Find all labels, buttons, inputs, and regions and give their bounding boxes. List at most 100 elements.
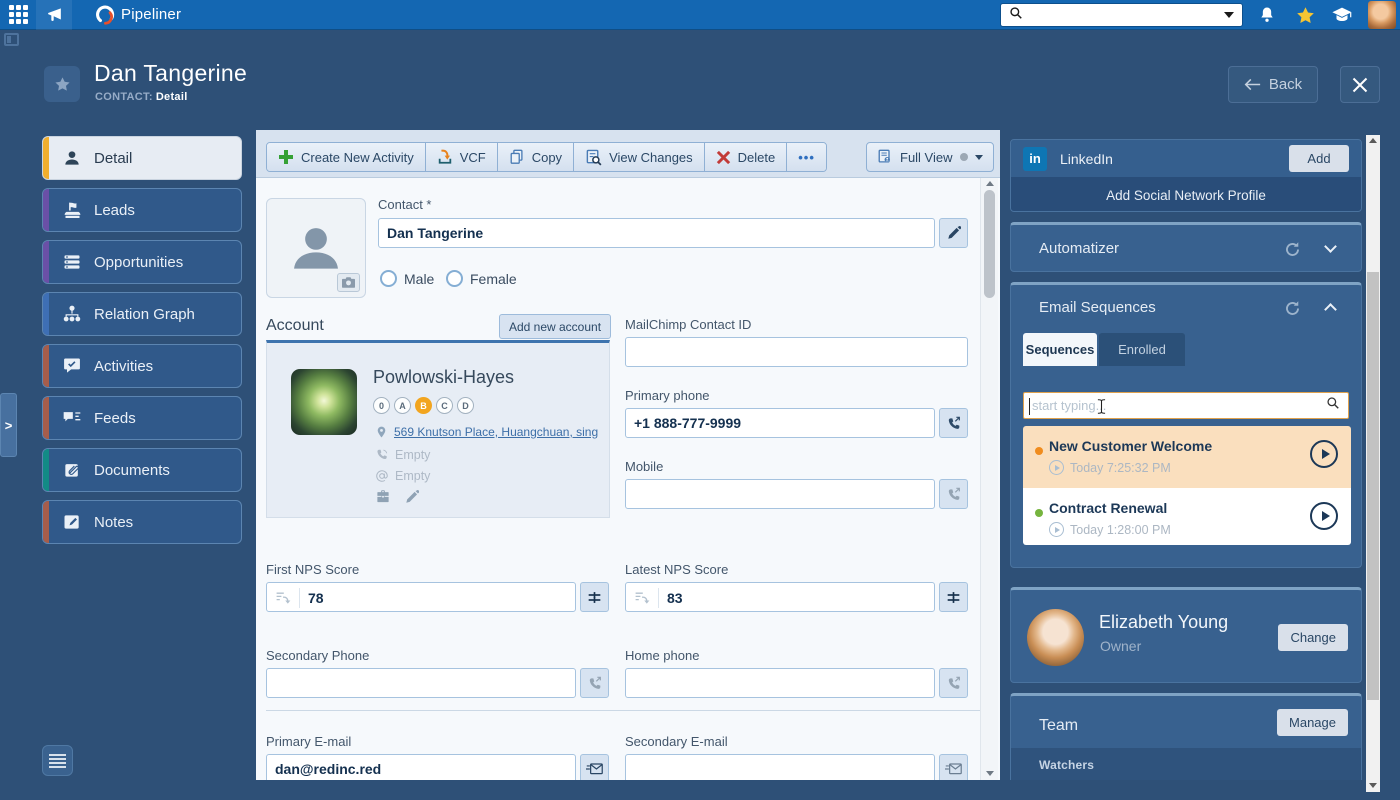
chevron-up-icon[interactable] bbox=[1324, 303, 1337, 316]
call-secondary-phone-button[interactable] bbox=[580, 668, 609, 698]
mobile-input[interactable] bbox=[625, 479, 935, 509]
run-sequence-button[interactable] bbox=[1310, 502, 1338, 530]
sidebar-item-detail[interactable]: Detail bbox=[42, 136, 242, 180]
call-primary-phone-button[interactable] bbox=[939, 408, 968, 438]
chevron-down-icon[interactable] bbox=[1324, 240, 1337, 253]
edit-contact-button[interactable] bbox=[939, 218, 968, 248]
change-owner-button[interactable]: Change bbox=[1278, 624, 1348, 651]
account-address-link[interactable]: 569 Knutson Place, Huangchuan, sing bbox=[394, 425, 598, 439]
megaphone-icon[interactable] bbox=[43, 4, 65, 26]
send-secondary-email-button[interactable] bbox=[939, 754, 968, 780]
sidebar-item-leads[interactable]: Leads bbox=[42, 188, 242, 232]
scroll-up-icon[interactable] bbox=[1369, 138, 1377, 143]
badge-b-active[interactable]: B bbox=[415, 397, 432, 414]
call-mobile-button[interactable] bbox=[939, 479, 968, 509]
first-nps-field[interactable]: 78 bbox=[266, 582, 576, 612]
call-home-phone-button[interactable] bbox=[939, 668, 968, 698]
sidebar-item-activities[interactable]: Activities bbox=[42, 344, 242, 388]
sidebar-item-relation-graph[interactable]: Relation Graph bbox=[42, 292, 242, 336]
sidebar-item-feeds[interactable]: Feeds bbox=[42, 396, 242, 440]
latest-nps-adjust-button[interactable] bbox=[939, 582, 968, 612]
add-social-profile-button[interactable]: Add Social Network Profile bbox=[1011, 177, 1361, 212]
apps-grid-icon[interactable] bbox=[9, 5, 29, 25]
status-dot bbox=[1035, 447, 1043, 455]
refresh-icon[interactable] bbox=[1284, 300, 1301, 317]
search-dropdown-caret-icon[interactable] bbox=[1224, 12, 1234, 18]
home-phone-input[interactable] bbox=[625, 668, 935, 698]
send-primary-email-button[interactable] bbox=[580, 754, 609, 780]
note-pencil-icon bbox=[61, 512, 83, 532]
create-new-activity-button[interactable]: Create New Activity bbox=[267, 143, 426, 171]
sequence-search-input[interactable] bbox=[1032, 398, 1326, 413]
full-view-icon bbox=[877, 149, 893, 165]
automatizer-title: Automatizer bbox=[1039, 240, 1119, 257]
form-scrollbar-thumb[interactable] bbox=[984, 190, 995, 298]
copy-button[interactable]: Copy bbox=[498, 143, 574, 171]
user-avatar[interactable] bbox=[1368, 1, 1396, 29]
sequence-search[interactable] bbox=[1023, 392, 1349, 419]
vcf-button[interactable]: VCF bbox=[426, 143, 498, 171]
sequence-item-contract-renewal[interactable]: Contract Renewal Today 1:28:00 PM bbox=[1023, 488, 1351, 545]
record-toolbar: Create New Activity VCF Copy View Change… bbox=[256, 130, 1000, 178]
menu-hamburger-button[interactable] bbox=[42, 745, 73, 776]
secondary-phone-label: Secondary Phone bbox=[266, 648, 369, 663]
primary-phone-input[interactable] bbox=[625, 408, 935, 438]
collapse-window-icon[interactable] bbox=[4, 33, 19, 46]
academy-graduation-cap-icon[interactable] bbox=[1331, 4, 1353, 26]
sidebar-expander[interactable]: > bbox=[0, 393, 17, 457]
view-changes-button[interactable]: View Changes bbox=[574, 143, 705, 171]
scroll-up-icon[interactable] bbox=[986, 181, 994, 186]
secondary-phone-input[interactable] bbox=[266, 668, 576, 698]
male-radio[interactable] bbox=[380, 270, 397, 287]
female-radio[interactable] bbox=[446, 270, 463, 287]
chat-check-icon bbox=[61, 356, 83, 376]
account-card[interactable]: Powlowski-Hayes 0 A B C D 569 Knutson Pl… bbox=[266, 340, 610, 518]
scroll-down-icon[interactable] bbox=[986, 771, 994, 776]
contact-name-input[interactable] bbox=[378, 218, 935, 248]
refresh-icon[interactable] bbox=[1284, 241, 1301, 258]
secondary-email-input[interactable] bbox=[625, 754, 935, 780]
full-view-button[interactable]: Full View bbox=[866, 142, 994, 172]
edit-account-pencil-icon[interactable] bbox=[405, 490, 419, 504]
tab-enrolled[interactable]: Enrolled bbox=[1099, 333, 1185, 366]
right-scrollbar-thumb[interactable] bbox=[1367, 272, 1379, 700]
delete-button[interactable]: Delete bbox=[705, 143, 788, 171]
more-actions-button[interactable]: ••• bbox=[787, 143, 826, 171]
tab-sequences[interactable]: Sequences bbox=[1023, 333, 1097, 366]
run-sequence-button[interactable] bbox=[1310, 440, 1338, 468]
form-scrollbar[interactable] bbox=[980, 178, 998, 780]
primary-email-input[interactable] bbox=[266, 754, 576, 780]
sidebar-item-documents[interactable]: Documents bbox=[42, 448, 242, 492]
sidebar-item-notes[interactable]: Notes bbox=[42, 500, 242, 544]
latest-nps-field[interactable]: 83 bbox=[625, 582, 935, 612]
badge-a[interactable]: A bbox=[394, 397, 411, 414]
mailchimp-input[interactable] bbox=[625, 337, 968, 367]
sidebar-item-opportunities[interactable]: Opportunities bbox=[42, 240, 242, 284]
badge-0[interactable]: 0 bbox=[373, 397, 390, 414]
contact-label: Contact * bbox=[378, 197, 431, 212]
right-panel-scrollbar[interactable] bbox=[1366, 135, 1380, 792]
global-search[interactable] bbox=[1000, 3, 1243, 27]
contact-photo-placeholder[interactable] bbox=[266, 198, 366, 298]
automatizer-panel[interactable]: Automatizer bbox=[1010, 222, 1362, 272]
linkedin-add-button[interactable]: Add bbox=[1289, 145, 1349, 172]
favorite-record-star-button[interactable] bbox=[44, 66, 80, 102]
sequence-item-new-customer-welcome[interactable]: New Customer Welcome Today 7:25:32 PM bbox=[1023, 426, 1351, 488]
pipeliner-logo-icon[interactable] bbox=[94, 4, 116, 26]
search-icon bbox=[1326, 396, 1340, 415]
owner-avatar[interactable] bbox=[1027, 609, 1084, 666]
badge-d[interactable]: D bbox=[457, 397, 474, 414]
add-new-account-button[interactable]: Add new account bbox=[499, 314, 611, 339]
notifications-bell-icon[interactable] bbox=[1256, 4, 1278, 26]
favorites-star-icon[interactable] bbox=[1294, 4, 1316, 26]
badge-c[interactable]: C bbox=[436, 397, 453, 414]
back-button[interactable]: Back bbox=[1228, 66, 1318, 103]
first-nps-adjust-button[interactable] bbox=[580, 582, 609, 612]
manage-team-button[interactable]: Manage bbox=[1277, 709, 1348, 736]
global-search-input[interactable] bbox=[1029, 8, 1224, 22]
status-dot bbox=[1035, 509, 1043, 517]
close-button[interactable] bbox=[1340, 66, 1380, 103]
upload-photo-camera-button[interactable] bbox=[337, 273, 360, 292]
linkedin-icon[interactable]: in bbox=[1023, 147, 1047, 171]
scroll-down-icon[interactable] bbox=[1369, 783, 1377, 788]
